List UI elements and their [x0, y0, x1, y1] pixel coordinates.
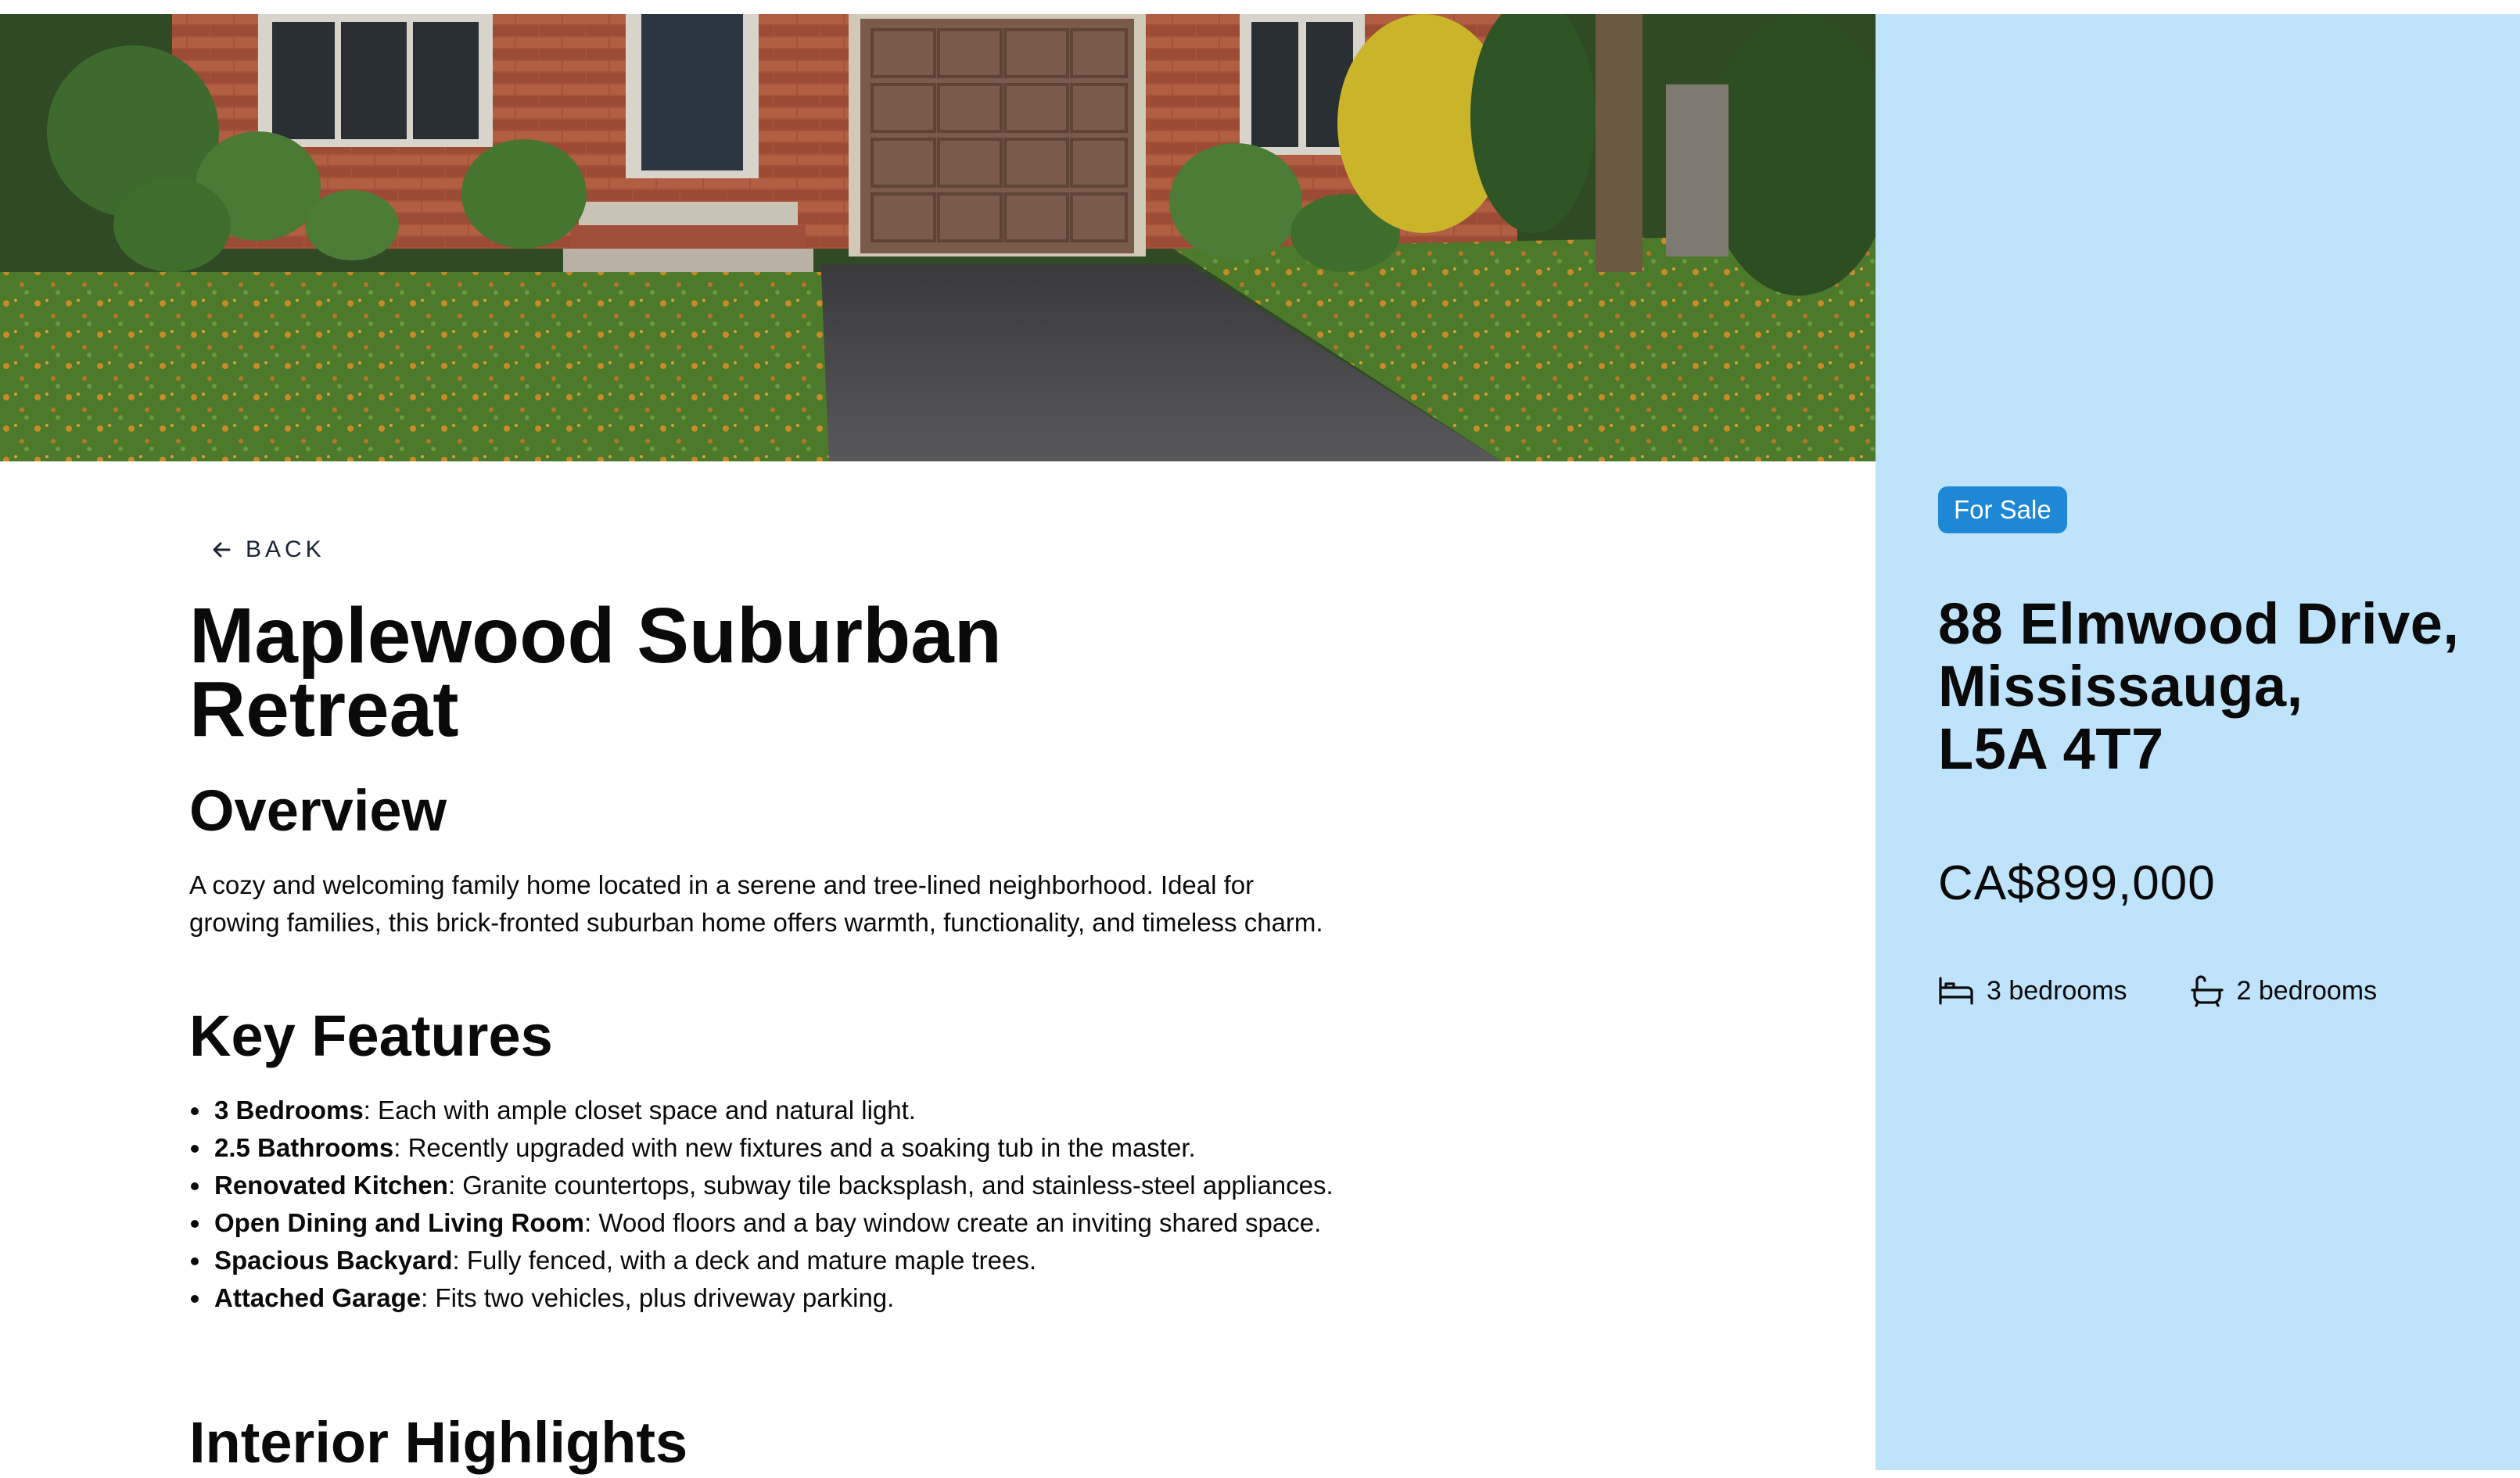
- address-line-1: 88 Elmwood Drive,: [1938, 591, 2460, 656]
- feature-name: Attached Garage: [214, 1283, 422, 1312]
- listing-address: 88 Elmwood Drive, Mississauga, L5A 4T7: [1938, 593, 2501, 780]
- amenities: 3 bedrooms 2 bedrooms: [1938, 974, 2439, 1007]
- address-line-3: L5A 4T7: [1938, 716, 2164, 781]
- bed-icon: [1939, 977, 1973, 1005]
- feature-text: : Granite countertops, subway tile backs…: [447, 1171, 1334, 1200]
- feature-text: : Fits two vehicles, plus driveway parki…: [421, 1283, 895, 1312]
- feature-text: : Wood floors and a bay window create an…: [583, 1208, 1322, 1237]
- bathrooms-info: 2 bedrooms: [2190, 974, 2378, 1007]
- address-line-2: Mississauga,: [1938, 654, 2303, 719]
- feature-name: Spacious Backyard: [214, 1246, 453, 1275]
- feature-item: Open Dining and Living Room: Wood floors…: [189, 1204, 1347, 1242]
- top-bar: [0, 0, 2520, 14]
- back-label: BACK: [246, 536, 325, 562]
- bathtub-icon: [2190, 975, 2224, 1007]
- feature-name: 2.5 Bathrooms: [214, 1133, 394, 1162]
- feature-item: 3 Bedrooms: Each with ample closet space…: [189, 1092, 1347, 1129]
- bedrooms-label: 3 bedrooms: [1987, 975, 2127, 1006]
- back-button[interactable]: BACK: [211, 536, 325, 563]
- arrow-left-icon: [213, 542, 231, 558]
- overview-text: A cozy and welcoming family home located…: [189, 870, 1323, 937]
- listing-price: CA$899,000: [1938, 856, 2216, 910]
- feature-name: Renovated Kitchen: [214, 1171, 448, 1200]
- bathrooms-label: 2 bedrooms: [2236, 975, 2378, 1006]
- feature-text: : Fully fenced, with a deck and mature m…: [452, 1246, 1037, 1275]
- feature-text: : Each with ample closet space and natur…: [363, 1096, 916, 1125]
- feature-text: : Recently upgraded with new fixtures an…: [393, 1133, 1196, 1162]
- status-badge: For Sale: [1938, 486, 2067, 533]
- feature-item: 2.5 Bathrooms: Recently upgraded with ne…: [189, 1129, 1347, 1167]
- feature-name: 3 Bedrooms: [214, 1096, 364, 1125]
- overview-heading: Overview: [189, 778, 447, 843]
- feature-item: Attached Garage: Fits two vehicles, plus…: [189, 1279, 1347, 1317]
- house-photo: [0, 14, 1876, 461]
- hero-image: [0, 14, 1876, 461]
- feature-name: Open Dining and Living Room: [214, 1208, 584, 1237]
- feature-item: Renovated Kitchen: Granite countertops, …: [189, 1167, 1347, 1204]
- listing-sidebar: For Sale 88 Elmwood Drive, Mississauga, …: [1876, 14, 2520, 1470]
- features-heading: Key Features: [189, 1003, 553, 1068]
- bedrooms-info: 3 bedrooms: [1938, 975, 2127, 1006]
- feature-item: Spacious Backyard: Fully fenced, with a …: [189, 1242, 1347, 1279]
- page-title: Maplewood Suburban Retreat: [189, 592, 1002, 753]
- features-list: 3 Bedrooms: Each with ample closet space…: [189, 1092, 1347, 1317]
- interior-heading: Interior Highlights: [189, 1410, 688, 1475]
